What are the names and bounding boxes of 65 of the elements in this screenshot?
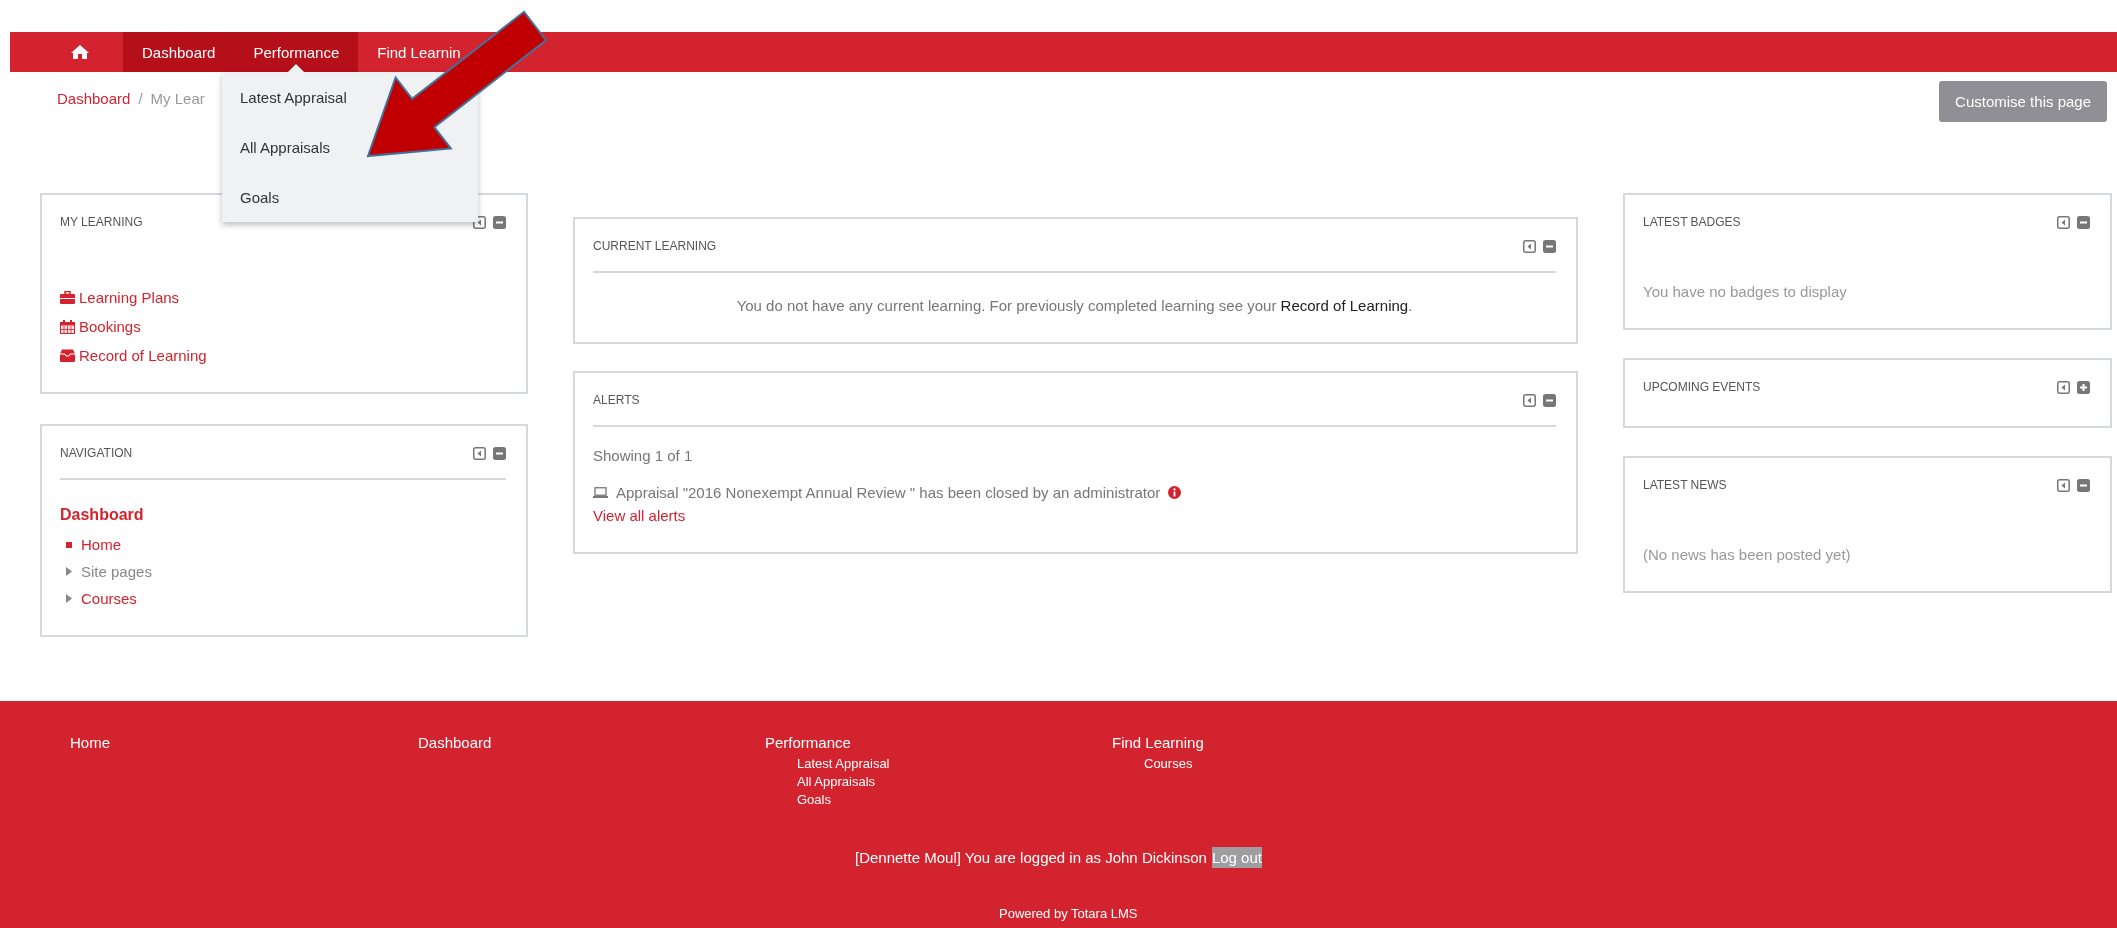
briefcase-icon	[60, 291, 75, 304]
tree-link[interactable]: Home	[81, 536, 121, 553]
nav-tab[interactable]: Performance	[234, 32, 359, 72]
archive-icon	[60, 349, 75, 362]
learning-link[interactable]: Record of Learning	[60, 347, 506, 364]
footer-link[interactable]: Courses	[1112, 755, 1459, 773]
tree-link[interactable]: Dashboard	[60, 506, 506, 524]
collapse-icon[interactable]	[493, 446, 506, 460]
collapse-icon[interactable]	[1543, 393, 1556, 407]
nav-tab[interactable]: Find Learnin	[358, 32, 461, 72]
info-icon[interactable]	[1168, 486, 1182, 499]
footer-link[interactable]: Home	[70, 734, 418, 751]
collapse-icon[interactable]	[493, 215, 506, 229]
move-icon[interactable]	[2057, 478, 2070, 492]
calendar-icon	[60, 319, 75, 334]
record-of-learning-link[interactable]: Record of Learning	[1280, 297, 1409, 314]
login-info: [Dennette Moul] You are logged in as John Dickinson	[855, 849, 1207, 866]
footer-link[interactable]: All Appraisals	[765, 773, 1112, 791]
move-icon[interactable]	[1523, 239, 1536, 253]
expand-arrow-icon[interactable]	[66, 594, 72, 603]
tree-link[interactable]: Courses	[81, 590, 137, 607]
current-learning-message: You do not have any current learning. For previously completed learning see your Record of Learning.	[735, 297, 1414, 314]
learning-link[interactable]: Learning Plans	[60, 289, 506, 306]
move-icon[interactable]	[473, 215, 486, 229]
block-title: MY LEARNING	[60, 215, 143, 229]
move-icon[interactable]	[2057, 215, 2070, 229]
breadcrumb-link[interactable]: Dashboard	[57, 90, 131, 107]
block-title: LATEST NEWS	[1643, 478, 1727, 492]
move-icon[interactable]	[1523, 393, 1536, 407]
home-icon[interactable]	[70, 44, 90, 60]
block-title: NAVIGATION	[60, 446, 133, 460]
logout-link[interactable]: Log out	[1211, 847, 1262, 868]
footer-link[interactable]: Latest Appraisal	[765, 755, 1112, 773]
block-title: UPCOMING EVENTS	[1643, 380, 1761, 394]
footer-link[interactable]: Performance	[765, 734, 1112, 751]
menu-item[interactable]: Latest Appraisal	[240, 88, 478, 106]
breadcrumb-separator: /	[138, 90, 143, 107]
footer-link[interactable]: Find Learning	[1112, 734, 1459, 751]
laptop-icon	[593, 487, 608, 498]
footer-link[interactable]: Dashboard	[418, 734, 765, 751]
tree-item[interactable]: Site pages	[81, 563, 152, 580]
menu-item[interactable]: All Appraisals	[240, 138, 478, 156]
breadcrumb-current: My Lear	[150, 90, 205, 107]
collapse-icon[interactable]	[2077, 215, 2090, 229]
collapse-icon[interactable]	[1543, 239, 1556, 253]
block-title: CURRENT LEARNING	[593, 239, 717, 253]
move-icon[interactable]	[2057, 380, 2070, 394]
footer-link[interactable]: Goals	[765, 791, 1112, 809]
view-all-alerts-link[interactable]: View all alerts	[593, 507, 1556, 524]
expand-arrow-icon[interactable]	[66, 567, 72, 576]
learning-link[interactable]: Bookings	[60, 318, 506, 335]
bullet-icon	[66, 541, 72, 548]
move-icon[interactable]	[473, 446, 486, 460]
nav-tab[interactable]: Dashboard	[123, 32, 235, 72]
block-text: You have no badges to display	[1643, 283, 1848, 300]
block-title: LATEST BADGES	[1643, 215, 1741, 229]
block-text: (No news has been posted yet)	[1643, 546, 1852, 563]
alert-text: Appraisal "2016 Nonexempt Annual Review " has been closed by an administrator	[616, 484, 1161, 501]
customise-button[interactable]: Customise this page	[1939, 81, 2107, 122]
block-title: ALERTS	[593, 393, 640, 407]
menu-item[interactable]: Goals	[240, 188, 478, 206]
expand-icon[interactable]	[2077, 380, 2090, 394]
powered-by-text: Powered by Totara LMS	[999, 906, 1138, 921]
alert-count: Showing 1 of 1	[593, 447, 694, 464]
collapse-icon[interactable]	[2077, 478, 2090, 492]
